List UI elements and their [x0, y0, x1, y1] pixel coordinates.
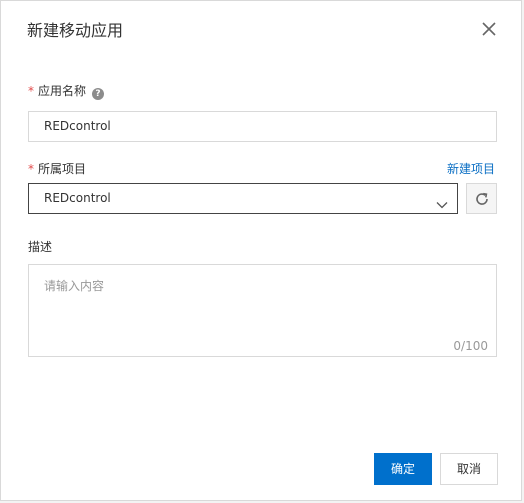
chevron-down-icon [436, 193, 448, 222]
project-label: 所属项目 [38, 162, 87, 176]
project-label-row: * 所属项目 [28, 161, 86, 177]
description-label: 描述 [28, 240, 53, 254]
character-counter: 0/100 [453, 339, 488, 353]
close-icon[interactable] [479, 19, 499, 39]
app-name-value: REDcontrol [44, 119, 111, 133]
new-project-link[interactable]: 新建项目 [447, 161, 495, 177]
dialog-title: 新建移动应用 [27, 21, 124, 40]
app-name-label-row: * 应用名称? [28, 83, 105, 100]
required-mark: * [28, 84, 34, 98]
cancel-button[interactable]: 取消 [440, 453, 498, 485]
project-select[interactable]: REDcontrol [28, 183, 458, 214]
app-name-input[interactable]: REDcontrol [28, 111, 497, 142]
app-name-label: 应用名称 [38, 84, 87, 98]
description-textarea[interactable]: 请输入内容 0/100 [28, 264, 497, 357]
create-mobile-app-dialog: 新建移动应用 * 应用名称? REDcontrol * 所属项目 新建项目 REDc… [0, 0, 522, 501]
confirm-button[interactable]: 确定 [374, 453, 432, 485]
refresh-icon [476, 192, 488, 205]
project-selected-value: REDcontrol [44, 191, 111, 205]
question-circle-icon[interactable]: ? [92, 88, 105, 100]
description-placeholder: 请输入内容 [44, 279, 105, 293]
refresh-button[interactable] [466, 183, 497, 214]
required-mark: * [28, 162, 34, 176]
